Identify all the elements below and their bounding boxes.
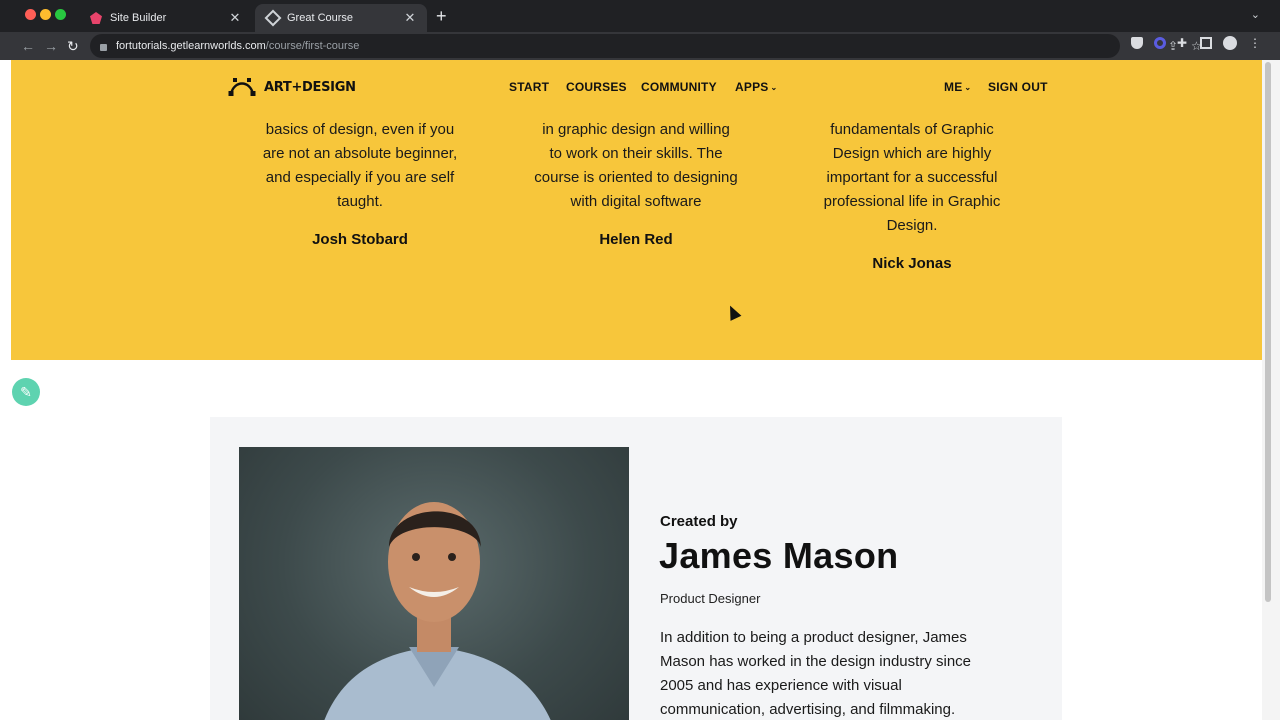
back-icon[interactable]: ←: [21, 36, 35, 56]
bio-line: 2005 and has experience with visual: [660, 677, 902, 694]
testimonial-author: Josh Stobard: [312, 231, 408, 248]
creator-role: Product Designer: [660, 591, 761, 606]
testimonial-line: and especially if you are self: [265, 169, 455, 186]
nav-me[interactable]: ME ⌄: [944, 80, 971, 94]
new-tab-button[interactable]: +: [436, 7, 447, 25]
testimonial-author: Nick Jonas: [872, 255, 952, 272]
chevron-down-icon: ⌄: [964, 83, 972, 92]
site-builder-favicon-icon: [90, 12, 102, 24]
address-bar[interactable]: fortutorials.getlearnworlds.com/course/f…: [90, 34, 1202, 58]
testimonial-line: taught.: [337, 193, 383, 210]
scrollbar-thumb[interactable]: [1265, 62, 1271, 602]
nav-start[interactable]: START: [509, 80, 549, 94]
side-panel-icon[interactable]: [1200, 37, 1212, 49]
testimonial-text: in graphic design and willing to work on…: [511, 118, 761, 214]
circle-extension-icon[interactable]: [1154, 37, 1166, 49]
nav-community[interactable]: COMMUNITY: [641, 80, 717, 94]
testimonials-section: ART+DESIGN START COURSES COMMUNITY APPS ⌄…: [11, 60, 1262, 360]
testimonial-line: Design which are highly: [832, 145, 992, 162]
close-icon[interactable]: ✕: [228, 10, 242, 26]
tab-title: Site Builder: [110, 12, 167, 24]
nav-courses[interactable]: COURSES: [566, 80, 627, 94]
lock-icon[interactable]: [100, 43, 107, 51]
bio-line: In addition to being a product designer,…: [660, 629, 967, 646]
creator-section: Created by James Mason Product Designer …: [210, 417, 1062, 720]
testimonial-line: fundamentals of Graphic: [830, 121, 994, 138]
pencil-icon: ✎: [20, 384, 32, 400]
tab-title: Great Course: [287, 12, 354, 24]
nav-me-label: ME: [944, 80, 963, 94]
testimonial-author: Helen Red: [599, 231, 673, 248]
tab-site-builder[interactable]: Site Builder ✕: [80, 4, 252, 32]
bio-line: communication, advertising, and filmmaki…: [660, 701, 956, 718]
testimonial-line: basics of design, even if you: [265, 121, 455, 138]
url-path: /course/first-course: [265, 40, 360, 52]
tab-search-chevron-icon[interactable]: ⌄: [1251, 8, 1260, 21]
reload-icon[interactable]: ↻: [67, 36, 79, 56]
forward-icon[interactable]: →: [44, 36, 58, 56]
page-viewport: ART+DESIGN START COURSES COMMUNITY APPS ⌄…: [11, 60, 1262, 720]
maximize-window-button[interactable]: [55, 9, 66, 20]
shield-extension-icon[interactable]: [1131, 37, 1143, 49]
portrait-illustration: [324, 502, 551, 720]
testimonial-card: in graphic design and willing to work on…: [511, 118, 761, 252]
testimonial-line: course is oriented to designing: [534, 169, 738, 186]
bezier-logo-icon: [228, 78, 256, 96]
site-logo[interactable]: ART+DESIGN: [228, 76, 356, 98]
testimonial-line: important for a successful: [826, 169, 998, 186]
nav-apps-label: APPS: [735, 80, 769, 94]
edit-pencil-button[interactable]: ✎: [12, 378, 40, 406]
testimonial-text: basics of design, even if you are not an…: [235, 118, 485, 214]
testimonial-line: with digital software: [570, 193, 702, 210]
course-favicon-icon: [264, 9, 282, 27]
close-icon[interactable]: ✕: [403, 10, 417, 26]
testimonial-line: in graphic design and willing: [542, 121, 730, 138]
creator-photo: [239, 447, 629, 720]
tab-great-course[interactable]: Great Course ✕: [255, 4, 427, 32]
testimonial-text: fundamentals of Graphic Design which are…: [787, 118, 1037, 238]
creator-name: James Mason: [659, 535, 899, 576]
nav-sign-out[interactable]: SIGN OUT: [988, 80, 1048, 94]
profile-avatar[interactable]: [1223, 36, 1237, 50]
minimize-window-button[interactable]: [40, 9, 51, 20]
created-by-label: Created by: [660, 513, 738, 530]
testimonial-line: Design.: [886, 217, 938, 234]
testimonial-line: professional life in Graphic: [823, 193, 1001, 210]
url-host: fortutorials.getlearnworlds.com: [116, 40, 266, 52]
close-window-button[interactable]: [25, 9, 36, 20]
extensions-puzzle-icon[interactable]: ✚: [1177, 37, 1189, 49]
chevron-down-icon: ⌄: [770, 83, 778, 92]
testimonial-line: to work on their skills. The: [549, 145, 723, 162]
nav-apps[interactable]: APPS ⌄: [735, 80, 777, 94]
mouse-cursor-icon: [724, 303, 742, 321]
logo-text: ART+DESIGN: [264, 79, 356, 95]
site-navbar: ART+DESIGN START COURSES COMMUNITY APPS ⌄…: [11, 60, 1262, 116]
testimonial-line: are not an absolute beginner,: [262, 145, 458, 162]
browser-tab-bar: Site Builder ✕ Great Course ✕ + ⌄: [0, 0, 1280, 32]
creator-bio: In addition to being a product designer,…: [660, 626, 1020, 720]
bio-line: Mason has worked in the design industry …: [660, 653, 972, 670]
testimonial-card: fundamentals of Graphic Design which are…: [787, 118, 1037, 276]
browser-toolbar: ← → ↻ fortutorials.getlearnworlds.com/co…: [0, 32, 1280, 60]
testimonial-card: basics of design, even if you are not an…: [235, 118, 485, 252]
browser-menu-icon[interactable]: ⋮: [1249, 37, 1261, 49]
